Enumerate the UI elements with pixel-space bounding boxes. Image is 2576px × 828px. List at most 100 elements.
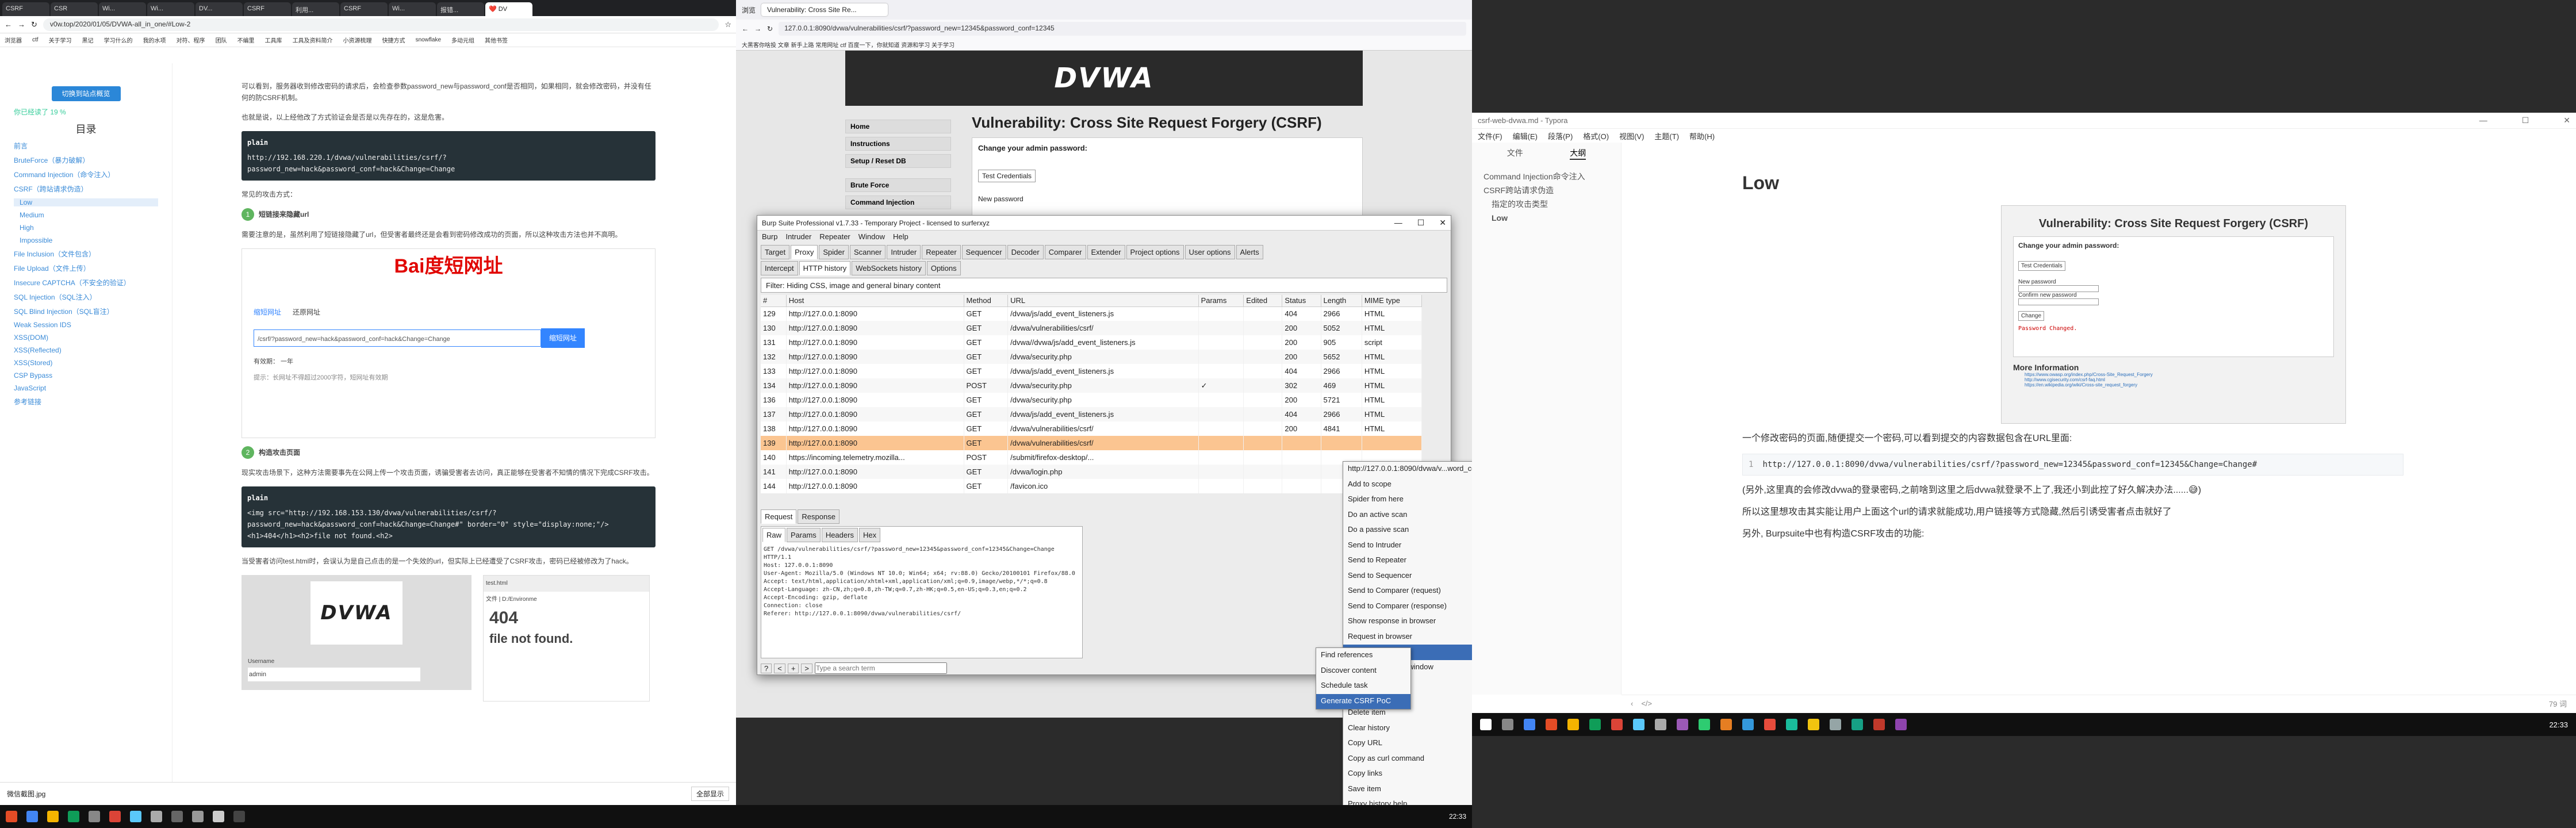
bookmark-item[interactable]: ctf xyxy=(32,37,39,43)
burp-tab[interactable]: Extender xyxy=(1087,245,1125,259)
search-input[interactable] xyxy=(815,662,948,674)
taskbar-app-icon[interactable] xyxy=(1808,719,1819,730)
table-row[interactable]: 137 http://127.0.0.1:8090 GET/dvwa/js/add_… xyxy=(761,407,1423,421)
source-mode-icon[interactable]: </> xyxy=(1641,699,1652,708)
burp-tab[interactable]: Intruder xyxy=(887,245,921,259)
burp-tab[interactable]: Spider xyxy=(819,245,849,259)
dvwa-menu-item[interactable]: Home xyxy=(845,120,951,133)
raw-subtab[interactable]: Raw xyxy=(762,528,786,542)
browser-tab[interactable]: Wi... xyxy=(99,2,146,16)
typora-menu-item[interactable]: 帮助(H) xyxy=(1689,131,1715,141)
burp-tab[interactable]: Alerts xyxy=(1236,245,1263,259)
prev-icon[interactable]: < xyxy=(774,663,785,673)
bookmark-item[interactable]: 工具及资料简介 xyxy=(293,36,333,44)
bookmark-item[interactable]: 不编里 xyxy=(237,36,255,44)
back-icon[interactable]: ← xyxy=(742,25,749,33)
column-header[interactable]: Method xyxy=(964,295,1009,307)
taskbar-app-icon[interactable] xyxy=(1589,719,1601,730)
burp-tab[interactable]: Sequencer xyxy=(961,245,1006,259)
bookmark-item[interactable]: 快捷方式 xyxy=(382,36,405,44)
taskbar-app-icon[interactable] xyxy=(1546,719,1557,730)
back-icon[interactable]: ← xyxy=(5,20,12,29)
table-row[interactable]: 130 http://127.0.0.1:8090 GET/dvwa/vulnera… xyxy=(761,321,1423,335)
dvwa-menu-item[interactable]: Setup / Reset DB xyxy=(845,154,951,168)
submenu-item[interactable]: Generate CSRF PoC xyxy=(1316,693,1410,709)
taskbar-app-icon[interactable] xyxy=(1699,719,1710,730)
taskbar-app-icon[interactable] xyxy=(192,811,204,822)
burp-tab[interactable]: Target xyxy=(761,245,790,259)
table-row[interactable]: 132 http://127.0.0.1:8090 GET/dvwa/securit… xyxy=(761,350,1423,364)
outline-item[interactable]: Low xyxy=(1483,213,1609,223)
column-header[interactable]: MIME type xyxy=(1362,295,1423,307)
taskbar-app-icon[interactable] xyxy=(1655,719,1666,730)
bookmark-item[interactable]: 学习什么的 xyxy=(104,36,133,44)
table-row[interactable]: 136 http://127.0.0.1:8090 GET/dvwa/securit… xyxy=(761,393,1423,407)
toc-item[interactable]: Command Injection（命令注入） xyxy=(14,170,158,179)
browser-tab[interactable]: ❤️ DV xyxy=(485,2,532,16)
taskbar-app-icon[interactable] xyxy=(1633,719,1644,730)
show-all-button[interactable]: 全部显示 xyxy=(691,787,729,801)
close-icon[interactable]: ✕ xyxy=(1439,218,1446,228)
proxy-subtab[interactable]: Intercept xyxy=(761,261,798,275)
typora-menu-item[interactable]: 编辑(E) xyxy=(1513,131,1538,141)
toc-item[interactable]: Insecure CAPTCHA（不安全的验证） xyxy=(14,278,158,288)
table-row[interactable]: 129 http://127.0.0.1:8090 GET/dvwa/js/add_… xyxy=(761,306,1423,321)
raw-subtab[interactable]: Params xyxy=(787,528,821,542)
table-row[interactable]: 139 http://127.0.0.1:8090 GET/dvwa/vulnera… xyxy=(761,436,1423,450)
bookmark-item[interactable]: 其他书签 xyxy=(485,36,508,44)
taskbar-app-icon[interactable] xyxy=(1524,719,1535,730)
toc-item[interactable]: 前言 xyxy=(14,141,158,151)
taskbar-app-icon[interactable] xyxy=(1851,719,1863,730)
outline-item[interactable]: 指定的攻击类型 xyxy=(1483,199,1609,209)
taskbar-app-icon[interactable] xyxy=(1764,719,1776,730)
taskbar-app-icon[interactable] xyxy=(1873,719,1885,730)
browser-tab[interactable]: 报错... xyxy=(437,2,484,16)
dvwa-menu-item[interactable]: Command Injection xyxy=(845,195,951,209)
taskbar-app-icon[interactable] xyxy=(1502,719,1513,730)
toc-item[interactable]: 参考链接 xyxy=(14,397,158,407)
taskbar-app-icon[interactable] xyxy=(1611,719,1623,730)
taskbar-app-icon[interactable] xyxy=(1567,719,1579,730)
typora-menu-item[interactable]: 文件(F) xyxy=(1478,131,1502,141)
toc-item[interactable]: Weak Session IDS xyxy=(14,321,158,329)
burp-menu-item[interactable]: Burp xyxy=(762,232,777,241)
browser-tab[interactable]: Wi... xyxy=(147,2,194,16)
toc-item[interactable]: XSS(DOM) xyxy=(14,334,158,342)
taskbar-app-icon[interactable] xyxy=(1677,719,1688,730)
bookmark-item[interactable]: 浏览器 xyxy=(5,36,22,44)
submenu-item[interactable]: Schedule task xyxy=(1316,678,1410,694)
column-header[interactable]: # xyxy=(761,295,787,307)
download-item[interactable]: 微信截图.jpg xyxy=(7,789,45,799)
column-header[interactable]: URL xyxy=(1007,295,1199,307)
taskbar-app-icon[interactable] xyxy=(213,811,224,822)
toc-item[interactable]: File Inclusion（文件包含） xyxy=(14,249,158,259)
submenu-item[interactable]: Discover content xyxy=(1316,664,1410,679)
typora-menu-item[interactable]: 主题(T) xyxy=(1654,131,1679,141)
firefox-tab-active[interactable]: Vulnerability: Cross Site Re... xyxy=(761,3,888,16)
burp-tab[interactable]: Proxy xyxy=(791,245,818,259)
next-icon[interactable]: > xyxy=(801,663,813,673)
bookmark-item[interactable]: 黑记 xyxy=(82,36,94,44)
browser-tab[interactable]: CSRF xyxy=(2,2,49,16)
toc-item[interactable]: CSP Bypass xyxy=(14,371,158,379)
raw-subtab[interactable]: Headers xyxy=(821,528,858,542)
dvwa-menu-item[interactable]: Instructions xyxy=(845,137,951,151)
burp-menu-item[interactable]: Window xyxy=(858,232,885,241)
maximize-icon[interactable]: ☐ xyxy=(1417,218,1425,228)
browser-tab[interactable]: CSRF xyxy=(244,2,291,16)
table-row[interactable]: 140 https://incoming.telemetry.mozilla...… xyxy=(761,450,1423,465)
tab-outline[interactable]: 大纲 xyxy=(1570,147,1586,160)
toc-item[interactable]: SQL Injection（SQL注入） xyxy=(14,292,158,302)
taskbar-app-icon[interactable] xyxy=(68,811,79,822)
taskbar-app-icon[interactable] xyxy=(26,811,38,822)
request-tab[interactable]: Request xyxy=(761,509,797,524)
switch-overview-button[interactable]: 切换到站点概览 xyxy=(51,86,121,101)
taskbar-app-icon[interactable] xyxy=(1895,719,1907,730)
burp-menu-item[interactable]: Repeater xyxy=(819,232,850,241)
bookmark-item[interactable]: 对符、程序 xyxy=(177,36,205,44)
taskbar-app-icon[interactable] xyxy=(1830,719,1841,730)
burp-tab[interactable]: Repeater xyxy=(922,245,961,259)
table-row[interactable]: 134 http://127.0.0.1:8090 POST/dvwa/securi… xyxy=(761,378,1423,393)
dvwa-menu-item[interactable]: Brute Force xyxy=(845,178,951,192)
proxy-subtab[interactable]: WebSockets history xyxy=(852,261,926,275)
